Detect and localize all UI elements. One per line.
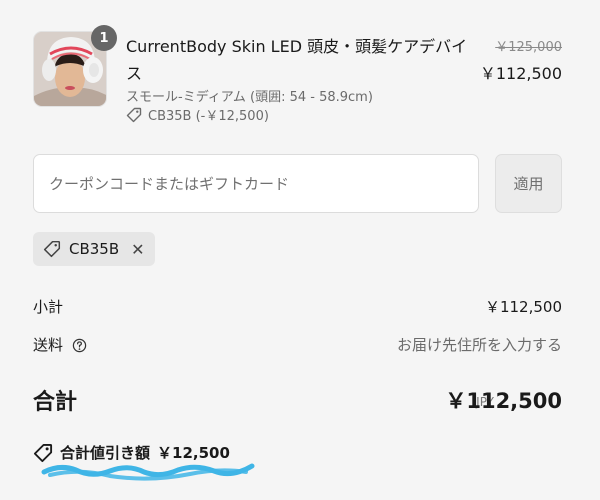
product-variant: スモール-ミディアム (頭囲: 54 - 58.9cm) (126, 90, 373, 105)
product-discount: CB35B (-￥12,500) (126, 105, 269, 124)
price-current: ￥112,500 (479, 64, 562, 83)
annotation-scribble (41, 463, 255, 481)
total-label: 合計 (33, 390, 78, 415)
shipping-row-label: 送料 (33, 334, 87, 355)
shipping-label: 送料 (33, 336, 64, 354)
apply-button[interactable]: 適用 (495, 154, 562, 213)
subtotal-label: 小計 (33, 298, 64, 316)
shipping-value: お届け先住所を入力する (396, 336, 562, 354)
tag-icon (43, 240, 61, 258)
remove-discount-icon[interactable]: ✕ (131, 240, 144, 259)
product-title: CurrentBody Skin LED 頭皮・頭髪ケアデバイス (126, 37, 468, 83)
tag-icon (126, 107, 142, 122)
help-icon[interactable] (72, 338, 87, 353)
applied-discount-chip: CB35B ✕ (33, 232, 155, 266)
product-discount-label: CB35B (-￥12,500) (148, 109, 269, 124)
applied-discount-code: CB35B (69, 240, 120, 258)
subtotal-value: ￥112,500 (484, 298, 562, 316)
coupon-input[interactable] (33, 154, 479, 213)
quantity-badge: 1 (91, 25, 117, 51)
price-original: ￥125,000 (495, 40, 562, 55)
total-value: ￥112,500 (445, 389, 562, 413)
